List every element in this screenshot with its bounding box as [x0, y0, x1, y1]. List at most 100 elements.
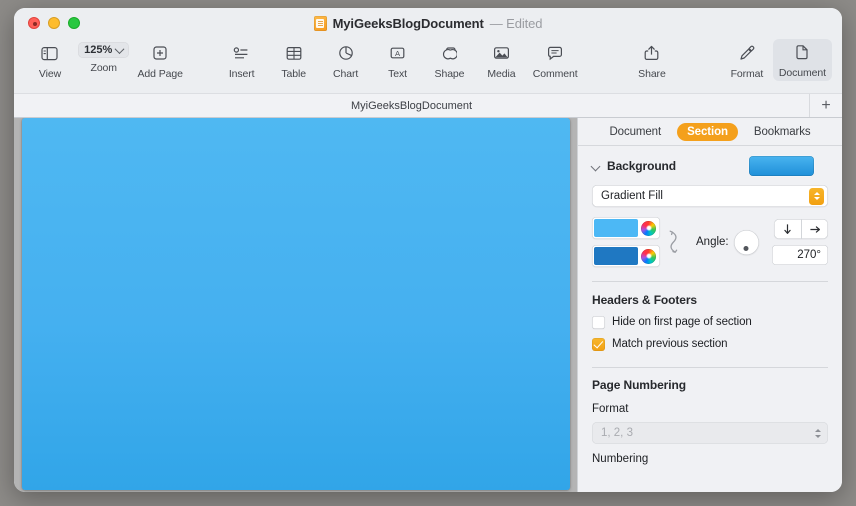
pages-window: MyiGeeksBlogDocument — Edited View 125% …	[14, 8, 842, 492]
chart-button[interactable]: Chart	[320, 40, 372, 80]
fill-type-select[interactable]: Gradient Fill	[592, 185, 828, 207]
tab-document[interactable]: Document	[599, 123, 671, 141]
close-button[interactable]	[28, 17, 40, 29]
match-previous-checkbox[interactable]	[592, 337, 605, 351]
document-tab[interactable]: MyiGeeksBlogDocument	[14, 94, 810, 117]
zoom-popup-button[interactable]: 125%	[78, 42, 130, 58]
shape-icon	[441, 42, 458, 64]
numbering-label: Numbering	[592, 453, 649, 465]
shape-label: Shape	[434, 68, 465, 80]
table-label: Table	[281, 68, 306, 80]
chevron-down-icon[interactable]	[592, 162, 601, 171]
tab-bar: MyiGeeksBlogDocument +	[14, 93, 842, 118]
gradient-end-color[interactable]	[594, 247, 638, 265]
maximize-button[interactable]	[68, 17, 80, 29]
page-number-format-value: 1, 2, 3	[601, 427, 633, 439]
plus-icon: +	[821, 96, 831, 114]
zoom-label: Zoom	[90, 62, 118, 74]
stepper-icon[interactable]	[812, 425, 824, 441]
window-title-group: MyiGeeksBlogDocument — Edited	[14, 8, 842, 38]
share-button[interactable]: Share	[626, 40, 678, 80]
gradient-horizontal-button[interactable]	[801, 219, 828, 239]
insert-label: Insert	[228, 68, 255, 80]
document-icon	[795, 42, 809, 64]
table-icon	[286, 42, 302, 64]
text-label: Text	[388, 68, 407, 80]
comment-icon	[547, 42, 563, 64]
angle-dial[interactable]	[733, 229, 759, 255]
format-label: Format	[730, 68, 764, 80]
insert-button[interactable]: Insert	[216, 40, 268, 80]
angle-controls: 270°	[772, 219, 828, 265]
gradient-start-color[interactable]	[594, 219, 638, 237]
new-tab-button[interactable]: +	[810, 94, 842, 117]
format-button[interactable]: Format	[721, 40, 773, 80]
document-page[interactable]	[22, 118, 570, 490]
swap-colors-icon[interactable]	[669, 229, 680, 255]
chevron-down-icon	[815, 434, 821, 438]
zoom-control[interactable]: 125% Zoom	[76, 40, 132, 74]
view-button[interactable]: View	[24, 40, 76, 80]
match-previous-row[interactable]: Match previous section	[578, 329, 842, 351]
chart-label: Chart	[332, 68, 359, 80]
add-page-icon	[152, 42, 168, 64]
table-button[interactable]: Table	[268, 40, 320, 80]
tab-section-label: Section	[687, 125, 728, 138]
gradient-editor: Angle: 270°	[578, 207, 842, 267]
hide-first-page-row[interactable]: Hide on first page of section	[578, 307, 842, 329]
share-icon	[644, 42, 659, 64]
sidebar-icon	[41, 42, 59, 64]
match-previous-label: Match previous section	[612, 338, 728, 350]
gradient-end-well[interactable]	[592, 245, 660, 267]
comment-button[interactable]: Comment	[527, 40, 583, 80]
media-icon	[493, 42, 510, 64]
add-page-button[interactable]: Add Page	[132, 40, 189, 80]
zoom-value: 125%	[84, 44, 113, 56]
angle-value: 270°	[797, 249, 821, 261]
toolbar: View 125% Zoom Add Page Insert Table Cha…	[14, 38, 842, 93]
background-title: Background	[607, 159, 677, 173]
fill-type-value: Gradient Fill	[601, 190, 663, 202]
chevron-up-icon	[815, 428, 821, 432]
hide-first-page-checkbox[interactable]	[592, 315, 605, 329]
page-numbering-title: Page Numbering	[592, 378, 686, 392]
color-wheel-icon[interactable]	[641, 220, 656, 236]
background-color-swatch[interactable]	[749, 156, 814, 176]
edited-status: — Edited	[489, 15, 543, 31]
tab-bookmarks-label: Bookmarks	[753, 125, 811, 138]
format-label: Format	[592, 403, 629, 415]
inspector-scroll-area[interactable]: Background Gradient Fill Angle: 270° Hea…	[578, 146, 842, 492]
insert-icon	[233, 42, 250, 64]
media-button[interactable]: Media	[475, 40, 527, 80]
headers-footers-title: Headers & Footers	[592, 292, 697, 307]
document-tab-label: MyiGeeksBlogDocument	[350, 99, 473, 112]
media-label: Media	[487, 68, 516, 80]
comment-label: Comment	[532, 68, 578, 80]
stepper-icon[interactable]	[809, 187, 824, 205]
text-button[interactable]: A Text	[372, 40, 424, 80]
window-title: MyiGeeksBlogDocument	[332, 15, 484, 31]
chevron-down-icon	[114, 43, 125, 54]
document-button[interactable]: Document	[772, 39, 832, 81]
chart-icon	[338, 42, 354, 64]
minimize-button[interactable]	[48, 17, 60, 29]
tab-section[interactable]: Section	[677, 122, 738, 141]
gradient-vertical-button[interactable]	[774, 219, 801, 239]
pages-document-icon	[313, 15, 327, 31]
angle-label: Angle:	[696, 236, 729, 248]
title-bar[interactable]: MyiGeeksBlogDocument — Edited	[14, 8, 842, 38]
gradient-start-well[interactable]	[592, 217, 660, 239]
add-page-label: Add Page	[137, 68, 183, 80]
canvas-area[interactable]	[14, 118, 577, 492]
page-number-format-select[interactable]: 1, 2, 3	[592, 422, 828, 444]
paintbrush-icon	[739, 42, 755, 64]
angle-input[interactable]: 270°	[772, 245, 828, 265]
text-box-icon: A	[389, 42, 406, 64]
color-wheel-icon[interactable]	[641, 248, 656, 264]
shape-button[interactable]: Shape	[424, 40, 476, 80]
inspector-panel: Document Section Bookmarks Background Gr…	[577, 118, 842, 492]
tab-bookmarks[interactable]: Bookmarks	[744, 123, 821, 141]
chevron-down-icon	[813, 197, 820, 200]
background-section-header: Background	[578, 146, 842, 176]
hide-first-page-label: Hide on first page of section	[612, 316, 752, 328]
